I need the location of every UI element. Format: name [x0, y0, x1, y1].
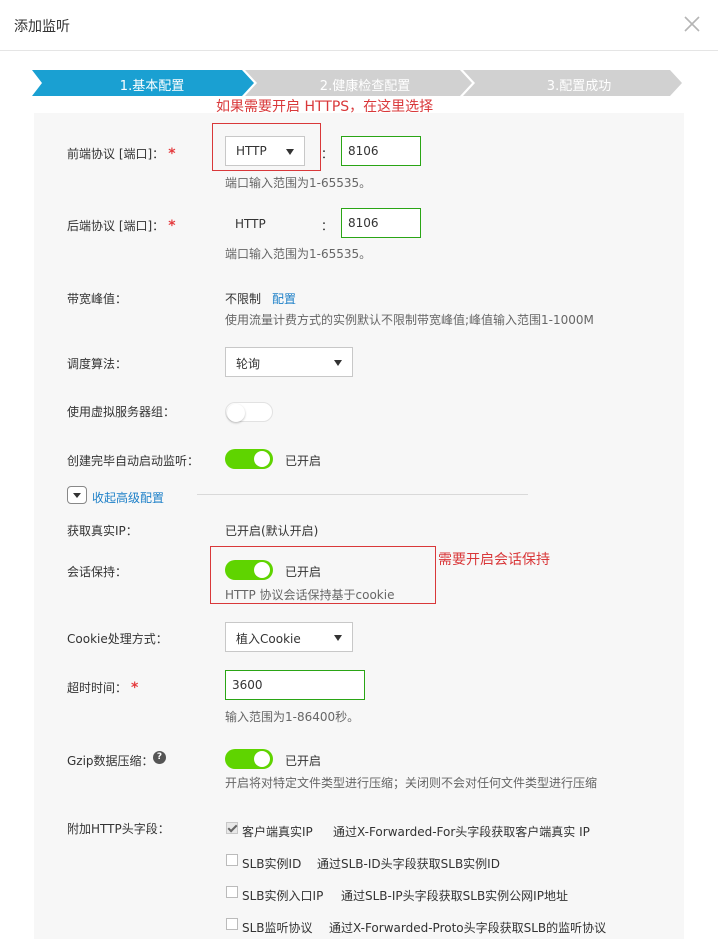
scheduler-select[interactable]: 轮询 [225, 347, 353, 377]
collapse-advanced-link[interactable]: 收起高级配置 [92, 489, 164, 506]
gzip-label: Gzip数据压缩： [67, 754, 154, 768]
realip-value: 已开启(默认开启) [225, 524, 319, 538]
autostart-status: 已开启 [285, 454, 322, 468]
step-2-label: 2.健康检查配置 [319, 79, 411, 94]
backend-colon: ： [321, 219, 334, 233]
chevron-down-icon [73, 493, 81, 498]
dialog-title: 添加监听 [14, 19, 70, 35]
toggle-knob [254, 451, 270, 467]
advanced-divider [197, 494, 528, 495]
timeout-hint: 输入范围为1-86400秒。 [225, 710, 360, 724]
frontend-protocol-label: 前端协议 [端口]： * [67, 146, 176, 162]
realip-label: 获取真实IP： [67, 524, 138, 538]
frontend-port-input[interactable] [341, 136, 421, 166]
cookie-select[interactable]: 植入Cookie [225, 622, 353, 652]
backend-protocol-label: 后端协议 [端口]： * [67, 218, 176, 234]
frontend-protocol-select[interactable]: HTTP [225, 136, 305, 166]
annotation-session: 需要开启会话保持 [438, 552, 550, 568]
header-label-slb-id: SLB实例ID [242, 857, 302, 871]
backend-port-input[interactable] [341, 208, 421, 238]
header-checkbox-slb-ip[interactable] [226, 886, 238, 898]
header-label-client-ip: 客户端真实IP [242, 825, 313, 839]
autostart-toggle[interactable] [225, 449, 273, 469]
header-checkbox-client-ip[interactable] [226, 822, 238, 834]
header-checkbox-slb-proto[interactable] [226, 918, 238, 930]
toggle-knob [254, 751, 270, 767]
scheduler-label: 调度算法： [67, 357, 128, 371]
bandwidth-config-link[interactable]: 配置 [272, 290, 296, 307]
session-status: 已开启 [285, 565, 322, 579]
help-icon[interactable]: ? [153, 751, 166, 764]
toggle-knob [227, 404, 245, 422]
dialog-header: 添加监听 [0, 0, 718, 51]
header-desc-client-ip: 通过X-Forwarded-For头字段获取客户端真实 IP [333, 825, 590, 839]
session-hint: HTTP 协议会话保持基于cookie [225, 588, 395, 602]
header-checkbox-slb-id[interactable] [226, 854, 238, 866]
annotation-https: 如果需要开启 HTTPS，在这里选择 [216, 99, 434, 115]
frontend-colon: ： [321, 147, 334, 161]
vserver-toggle[interactable] [225, 402, 273, 422]
gzip-hint: 开启将对特定文件类型进行压缩；关闭则不会对任何文件类型进行压缩 [225, 776, 598, 790]
gzip-status: 已开启 [285, 754, 322, 768]
close-icon[interactable] [681, 13, 703, 35]
toggle-knob [254, 562, 270, 578]
collapse-advanced-button[interactable] [67, 486, 87, 504]
step-3-label: 3.配置成功 [546, 79, 612, 94]
headers-label: 附加HTTP头字段： [67, 822, 170, 836]
gzip-toggle[interactable] [225, 749, 273, 769]
chevron-down-icon [334, 360, 342, 366]
header-desc-slb-proto: 通过X-Forwarded-Proto头字段获取SLB的监听协议 [329, 921, 607, 935]
autostart-label: 创建完毕自动启动监听： [67, 454, 200, 468]
step-1-label: 1.基本配置 [119, 79, 185, 94]
chevron-down-icon [286, 149, 294, 155]
vserver-label: 使用虚拟服务器组： [67, 405, 176, 419]
header-desc-slb-id: 通过SLB-ID头字段获取SLB实例ID [317, 857, 500, 871]
header-label-slb-ip: SLB实例入口IP [242, 889, 324, 903]
header-label-slb-proto: SLB监听协议 [242, 921, 313, 935]
frontend-port-hint: 端口输入范围为1-65535。 [225, 176, 372, 190]
bandwidth-value: 不限制 [225, 292, 262, 306]
bandwidth-label: 带宽峰值： [67, 292, 128, 306]
header-desc-slb-ip: 通过SLB-IP头字段获取SLB实例公网IP地址 [341, 889, 568, 903]
timeout-input[interactable] [225, 670, 365, 700]
backend-port-hint: 端口输入范围为1-65535。 [225, 247, 372, 261]
session-toggle[interactable] [225, 560, 273, 580]
session-label: 会话保持： [67, 565, 128, 579]
backend-protocol-value: HTTP [235, 217, 266, 231]
chevron-down-icon [334, 635, 342, 641]
bandwidth-hint: 使用流量计费方式的实例默认不限制带宽峰值;峰值输入范围1-1000M [225, 313, 594, 327]
timeout-label: 超时时间： * [67, 680, 139, 696]
cookie-label: Cookie处理方式： [67, 632, 168, 646]
step-progress: 1.基本配置 2.健康检查配置 3.配置成功 [32, 70, 682, 96]
